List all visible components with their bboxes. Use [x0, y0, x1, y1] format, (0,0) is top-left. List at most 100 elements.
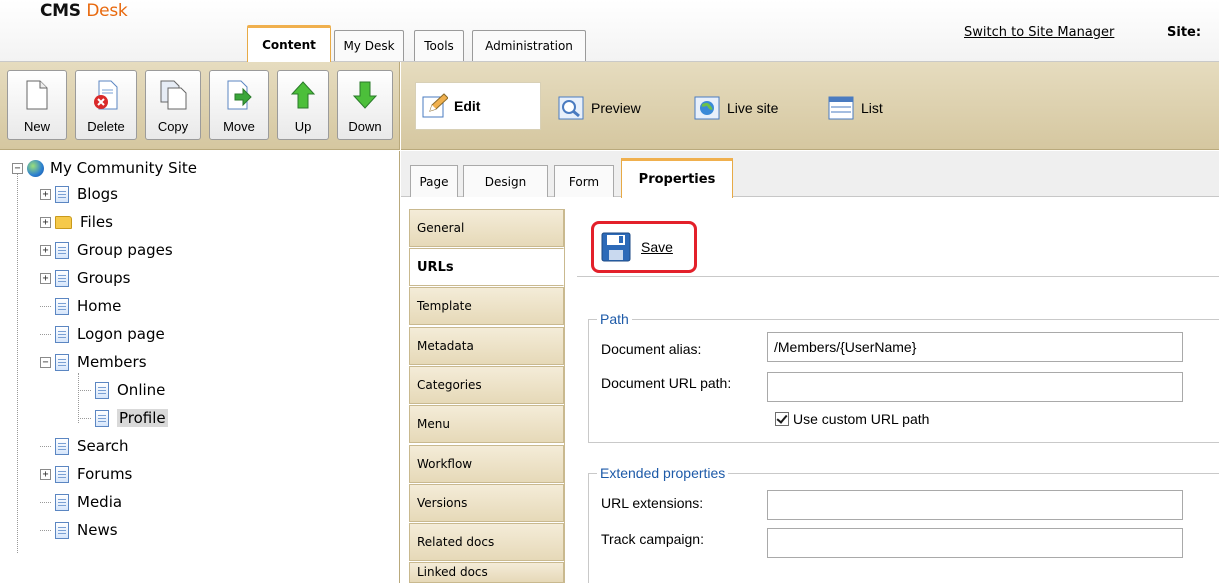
- document-icon: [55, 269, 69, 287]
- preview-mode-button[interactable]: Preview: [557, 96, 641, 120]
- folder-icon: [55, 215, 72, 229]
- tree-node-online[interactable]: Online: [80, 379, 165, 401]
- vtab-related-docs[interactable]: Related docs: [409, 523, 564, 561]
- vtab-general[interactable]: General: [409, 209, 564, 247]
- tree-node-label: Members: [77, 353, 147, 371]
- tree-node-search[interactable]: Search: [40, 435, 129, 457]
- extended-properties-legend: Extended properties: [600, 465, 726, 481]
- new-button[interactable]: New: [7, 70, 67, 140]
- tree-node-label: Blogs: [77, 185, 118, 203]
- tab-design[interactable]: Design: [463, 165, 548, 197]
- copy-label: Copy: [157, 119, 189, 134]
- floppy-disk-icon: [601, 232, 631, 262]
- move-label: Move: [223, 119, 255, 134]
- tab-my-desk[interactable]: My Desk: [334, 30, 404, 61]
- vtab-workflow[interactable]: Workflow: [409, 445, 564, 483]
- preview-magnifier-icon: [557, 96, 585, 120]
- save-label: Save: [641, 239, 673, 255]
- vtab-versions[interactable]: Versions: [409, 484, 564, 522]
- track-campaign-label: Track campaign:: [601, 531, 704, 547]
- delete-button[interactable]: Delete: [75, 70, 137, 140]
- document-alias-field[interactable]: [767, 332, 1183, 362]
- arrow-up-icon: [287, 77, 319, 113]
- expand-icon[interactable]: +: [40, 188, 51, 200]
- document-icon: [55, 521, 69, 539]
- vtab-template[interactable]: Template: [409, 287, 564, 325]
- property-category-tabs: General URLs Template Metadata Categorie…: [409, 209, 564, 583]
- expand-icon[interactable]: +: [40, 216, 51, 228]
- vtab-categories[interactable]: Categories: [409, 366, 564, 404]
- track-campaign-field[interactable]: [767, 528, 1183, 558]
- down-button[interactable]: Down: [337, 70, 393, 140]
- tree-node-blogs[interactable]: + Blogs: [40, 183, 118, 205]
- edit-mode-button[interactable]: Edit: [415, 82, 541, 130]
- document-icon: [55, 241, 69, 259]
- document-icon: [55, 297, 69, 315]
- edit-label: Edit: [454, 98, 481, 114]
- tree-node-label: Home: [77, 297, 122, 315]
- logo-bold: CMS: [40, 1, 81, 21]
- use-custom-url-path-checkbox[interactable]: Use custom URL path: [775, 411, 929, 427]
- tree-root[interactable]: − My Community Site: [12, 157, 197, 179]
- checkbox-checked-icon[interactable]: [775, 412, 789, 426]
- document-alias-label: Document alias:: [601, 341, 702, 357]
- tab-form[interactable]: Form: [554, 165, 614, 197]
- site-label: Site:: [1167, 25, 1202, 40]
- site-globe-icon: [27, 159, 44, 177]
- down-label: Down: [348, 119, 382, 134]
- url-extensions-field[interactable]: [767, 490, 1183, 520]
- path-legend: Path: [600, 311, 629, 327]
- edit-pencil-icon: [422, 93, 448, 119]
- delete-document-icon: [90, 77, 122, 113]
- save-button[interactable]: Save: [601, 232, 673, 262]
- tree-node-label: Groups: [77, 269, 131, 287]
- tree-node-groups[interactable]: + Groups: [40, 267, 130, 289]
- tree-node-label: Media: [77, 493, 123, 511]
- vtab-metadata[interactable]: Metadata: [409, 327, 564, 365]
- tree-node-logon-page[interactable]: Logon page: [40, 323, 165, 345]
- tab-properties[interactable]: Properties: [621, 158, 733, 198]
- new-document-icon: [21, 77, 53, 113]
- expand-icon[interactable]: +: [40, 468, 51, 480]
- tree-node-label: Profile: [117, 409, 168, 427]
- tree-node-home[interactable]: Home: [40, 295, 121, 317]
- tree-node-label: News: [77, 521, 118, 539]
- collapse-icon[interactable]: −: [40, 356, 51, 368]
- document-actions-toolbar: New Delete Copy Move Up Down: [0, 62, 400, 150]
- tree-node-members[interactable]: − Members: [40, 351, 147, 373]
- tree-node-files[interactable]: + Files: [40, 211, 113, 233]
- url-extensions-label: URL extensions:: [601, 495, 704, 511]
- tree-node-group-pages[interactable]: + Group pages: [40, 239, 173, 261]
- list-label: List: [861, 100, 883, 116]
- tree-node-forums[interactable]: + Forums: [40, 463, 132, 485]
- vtab-urls[interactable]: URLs: [409, 248, 564, 286]
- expand-icon[interactable]: +: [40, 244, 51, 256]
- move-button[interactable]: Move: [209, 70, 269, 140]
- document-icon: [95, 409, 109, 427]
- tree-node-profile[interactable]: Profile: [80, 407, 168, 429]
- vtab-menu[interactable]: Menu: [409, 405, 564, 443]
- document-url-path-field[interactable]: [767, 372, 1183, 402]
- preview-label: Preview: [591, 100, 641, 116]
- switch-to-site-manager-link[interactable]: Switch to Site Manager: [964, 25, 1114, 40]
- tree-node-media[interactable]: Media: [40, 491, 122, 513]
- live-site-globe-icon: [693, 96, 721, 120]
- tab-administration[interactable]: Administration: [472, 30, 586, 61]
- list-mode-button[interactable]: List: [827, 96, 883, 120]
- vtab-linked-docs[interactable]: Linked docs: [409, 562, 564, 583]
- view-mode-toolbar: Edit Preview Live site List: [401, 62, 1219, 150]
- collapse-icon[interactable]: −: [12, 162, 23, 174]
- up-label: Up: [294, 119, 312, 134]
- copy-button[interactable]: Copy: [145, 70, 201, 140]
- tree-node-label: Files: [80, 213, 113, 231]
- live-site-mode-button[interactable]: Live site: [693, 96, 778, 120]
- tab-content[interactable]: Content: [247, 25, 331, 62]
- up-button[interactable]: Up: [277, 70, 329, 140]
- tab-page[interactable]: Page: [410, 165, 458, 197]
- tree-node-label: Search: [77, 437, 129, 455]
- tree-node-label: Logon page: [77, 325, 165, 343]
- tree-node-news[interactable]: News: [40, 519, 118, 541]
- expand-icon[interactable]: +: [40, 272, 51, 284]
- new-label: New: [23, 119, 50, 134]
- tab-tools[interactable]: Tools: [414, 30, 464, 61]
